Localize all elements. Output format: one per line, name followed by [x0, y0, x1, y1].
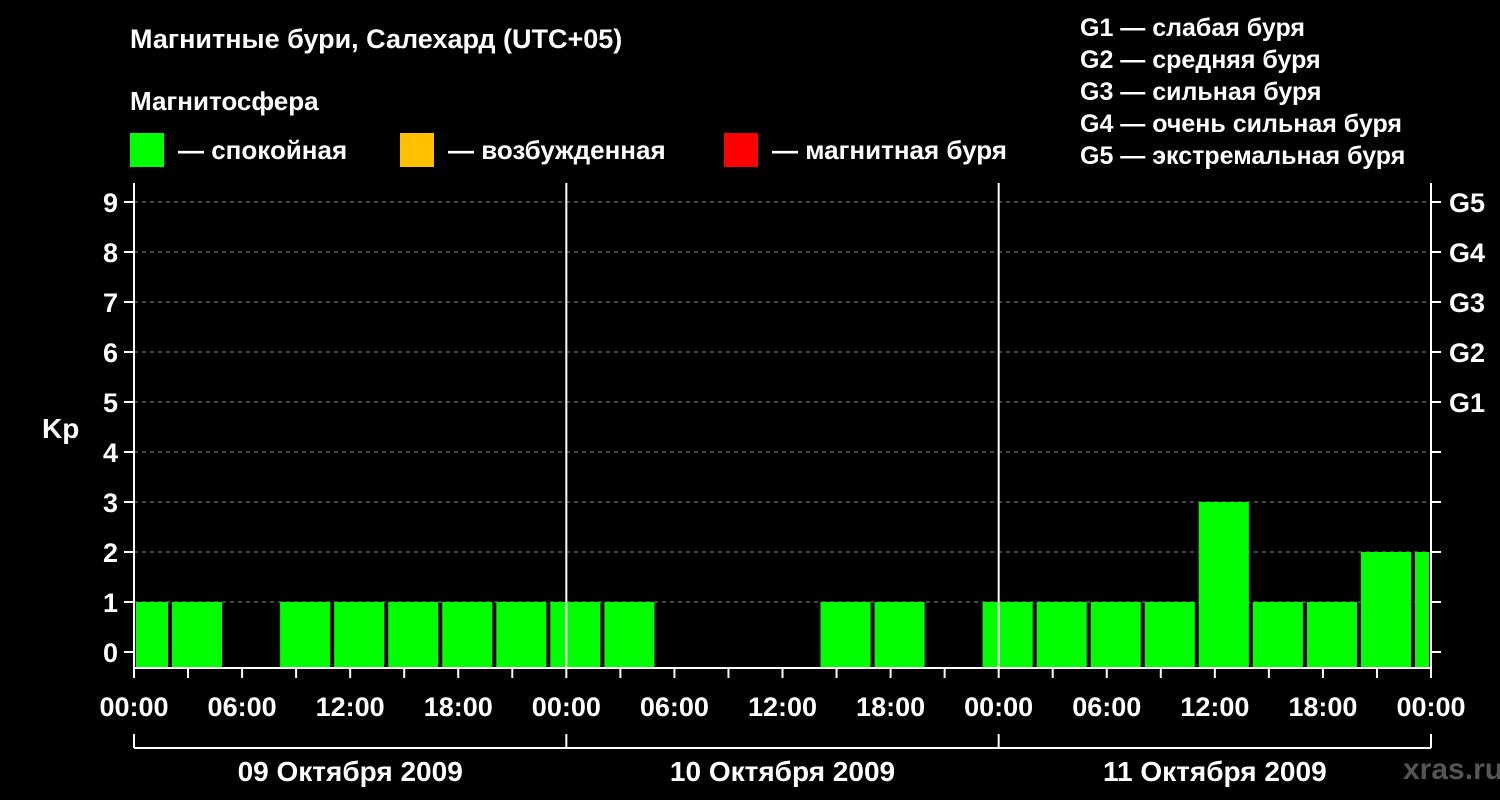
y-axis-label: Kp: [42, 413, 79, 444]
x-tick-label: 12:00: [748, 692, 817, 722]
storm-level-tick-label: G3: [1449, 288, 1485, 318]
kp-bar: [442, 602, 493, 668]
y-tick-label: 8: [103, 238, 118, 268]
y-tick-label: 1: [103, 588, 118, 618]
y-tick-label: 0: [103, 638, 118, 668]
x-tick-label: 18:00: [1288, 692, 1357, 722]
y-tick-label: 7: [103, 288, 118, 318]
kp-bar-chart: 0 1 2 3 4 5 6 7 8 9 G1 G2 G3 G4 G5 Kp 00:00 06:00 12:00 18:…: [42, 183, 1485, 787]
storm-level-tick-label: G5: [1449, 188, 1485, 218]
x-tick-label: 12:00: [1180, 692, 1249, 722]
day-label: 11 Октября 2009: [1103, 756, 1327, 787]
kp-bar: [604, 602, 655, 668]
y-tick-label: 4: [103, 438, 118, 468]
kp-bar: [1360, 552, 1411, 668]
kp-bar: [334, 602, 385, 668]
y-tick-label: 6: [103, 338, 118, 368]
y-tick-label: 5: [103, 388, 118, 418]
kp-bar: [820, 602, 871, 668]
kp-bar: [388, 602, 439, 668]
day-label: 09 Октября 2009: [238, 756, 463, 787]
day-label: 10 Октября 2009: [670, 756, 895, 787]
kp-bar: [874, 602, 925, 668]
storm-level-tick-label: G4: [1449, 238, 1485, 268]
kp-bar: [550, 602, 601, 668]
x-tick-label: 00:00: [532, 692, 601, 722]
y-tick-label: 3: [103, 488, 118, 518]
kp-bar: [982, 602, 1033, 668]
x-tick-label: 00:00: [99, 692, 168, 722]
y-tick-label: 9: [103, 188, 118, 218]
kp-bar: [280, 602, 331, 668]
kp-bar: [496, 602, 547, 668]
y-tick-label: 2: [103, 538, 118, 568]
x-tick-label: 00:00: [1396, 692, 1465, 722]
kp-bar: [1414, 552, 1429, 668]
storm-level-tick-label: G1: [1449, 388, 1485, 418]
storm-level-tick-label: G2: [1449, 338, 1485, 368]
x-tick-label: 12:00: [316, 692, 385, 722]
watermark: xras.ru: [1403, 753, 1500, 786]
x-tick-label: 06:00: [640, 692, 709, 722]
kp-bar: [1198, 502, 1249, 668]
kp-bar: [172, 602, 223, 668]
kp-bar: [1144, 602, 1195, 668]
x-tick-label: 00:00: [964, 692, 1033, 722]
kp-bar: [1090, 602, 1141, 668]
x-tick-label: 18:00: [856, 692, 925, 722]
kp-bar: [1036, 602, 1087, 668]
x-tick-label: 06:00: [1072, 692, 1141, 722]
kp-bar: [1252, 602, 1303, 668]
kp-bar: [1306, 602, 1357, 668]
kp-bar: [136, 602, 169, 668]
x-tick-label: 06:00: [208, 692, 277, 722]
x-tick-label: 18:00: [424, 692, 493, 722]
